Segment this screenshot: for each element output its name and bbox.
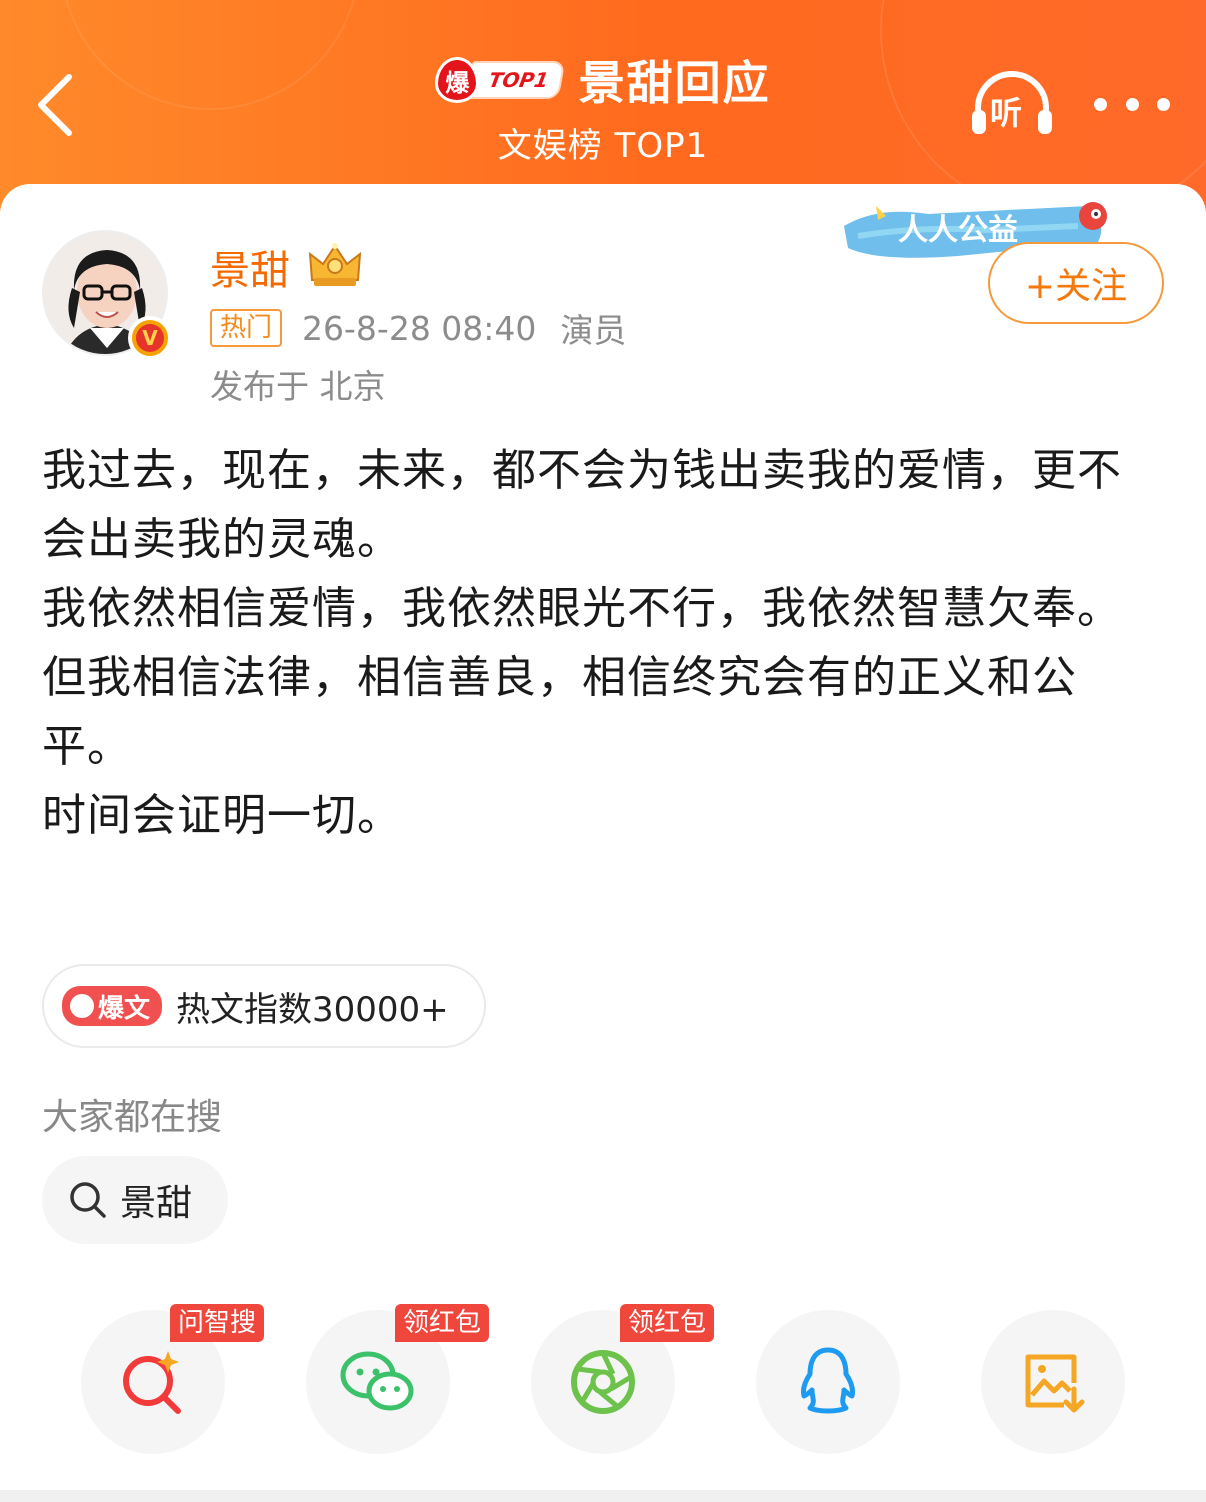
moments-badge: 领红包 (620, 1304, 715, 1342)
post-location: 发布于 北京 (210, 367, 386, 406)
search-chip-label: 景甜 (120, 1183, 193, 1224)
post-paragraph: 我依然相信爱情，我依然眼光不行，我依然智慧欠奉。 (42, 583, 1122, 634)
wechat-badge: 领红包 (395, 1304, 490, 1342)
dot-icon (1157, 97, 1170, 111)
crown-icon[interactable] (306, 240, 364, 288)
trending-search-heading: 大家都在搜 (42, 1097, 223, 1138)
dot-icon (1094, 97, 1107, 111)
moments-icon (571, 1350, 635, 1414)
hot-index-pill[interactable]: 爆文 热文指数30000+ (42, 964, 486, 1048)
hot-tag: 热门 (210, 309, 283, 347)
hot-rank-badge: 爆 TOP1 (435, 57, 566, 103)
hot-index-text: 热文指数30000+ (176, 989, 449, 1030)
follow-button[interactable]: +关注 (988, 242, 1164, 324)
listen-label: 听 (990, 94, 1023, 132)
hot-article-label: 爆文 (98, 993, 151, 1024)
search-chip[interactable]: 景甜 (42, 1156, 228, 1244)
share-bar: 问智搜 领红包 领红包 (0, 1304, 1206, 1460)
post-paragraph: 但我相信法律，相信善良，相信终究会有的正义和公平。 (42, 652, 1077, 772)
verified-v-icon: V (136, 324, 164, 352)
hot-article-tag: 爆文 (62, 986, 163, 1026)
page-title: 景甜回应 (578, 56, 771, 110)
username[interactable]: 景甜 (210, 238, 290, 296)
post-paragraph: 时间会证明一切。 (42, 790, 402, 841)
top-rank-tag: TOP1 (466, 61, 566, 99)
ai-search-icon (123, 1351, 181, 1414)
post-time: 26-8-28 08:40 (302, 308, 537, 348)
post-meta: 热门 26-8-28 08:40 演员 (210, 304, 626, 352)
dot-icon (1125, 97, 1139, 111)
charity-text: 人人公益 (898, 213, 1018, 248)
share-save-image-button[interactable] (981, 1310, 1125, 1454)
more-options-button[interactable] (1094, 92, 1170, 116)
wechat-icon (340, 1351, 414, 1411)
qq-icon (801, 1347, 855, 1414)
search-icon (70, 1182, 106, 1218)
save-image-icon (1025, 1354, 1085, 1413)
flame-icon (70, 994, 94, 1018)
post-body: 我过去，现在，未来，都不会为钱出卖我的爱情，更不会出卖我的灵魂。 我依然相信爱情… (42, 436, 1162, 850)
verified-badge: V (128, 316, 172, 360)
bottom-divider (0, 1490, 1206, 1502)
share-qq-button[interactable] (756, 1310, 900, 1454)
post-paragraph: 我过去，现在，未来，都不会为钱出卖我的爱情，更不会出卖我的灵魂。 (42, 445, 1122, 565)
user-role: 演员 (560, 311, 627, 350)
listen-button[interactable]: 听 (968, 70, 1056, 140)
post-card: 人人公益 V 景甜 热门 26-8-28 08:40 演员 发布于 北京 +关注… (0, 184, 1206, 1502)
ai-search-badge: 问智搜 (170, 1304, 265, 1342)
